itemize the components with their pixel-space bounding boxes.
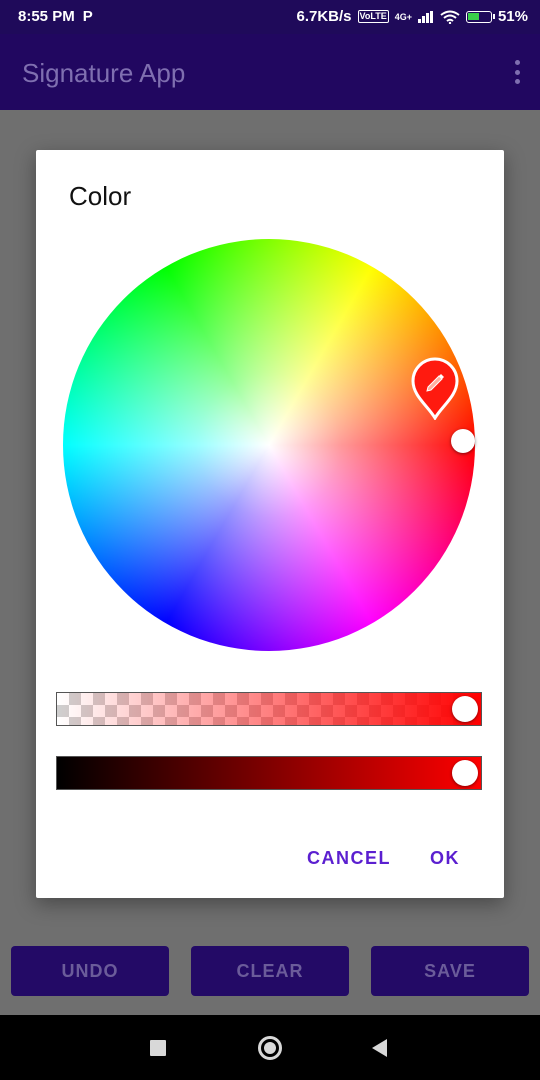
parking-app-icon: P (82, 8, 93, 25)
home-circle-icon[interactable] (258, 1036, 282, 1060)
selected-color-pin-icon (411, 357, 459, 420)
volte-icon: VoLTE (357, 10, 389, 23)
network-type: 4G+ (394, 11, 412, 22)
save-button[interactable]: SAVE (371, 946, 529, 996)
alpha-slider[interactable] (56, 692, 482, 726)
more-vert-icon[interactable] (514, 60, 520, 84)
back-triangle-icon[interactable] (372, 1039, 387, 1057)
ok-button[interactable]: OK (430, 848, 460, 869)
wifi-icon (440, 10, 460, 24)
status-bar: 8:55 PM P 6.7KB/s VoLTE 4G+ 51% (0, 0, 540, 34)
app-bar: Signature App (0, 34, 540, 110)
status-time: 8:55 PM (18, 8, 75, 25)
signal-icon (417, 10, 434, 23)
app-title: Signature App (22, 58, 186, 88)
brightness-slider[interactable] (56, 756, 482, 790)
battery-charging-icon (465, 10, 495, 23)
alpha-slider-thumb[interactable] (452, 696, 478, 722)
battery-percent: 51% (497, 8, 528, 25)
color-wheel-handle[interactable] (451, 429, 475, 453)
recents-square-icon[interactable] (150, 1040, 166, 1056)
undo-button[interactable]: UNDO (11, 946, 169, 996)
dialog-title: Color (69, 181, 132, 211)
system-nav-bar (0, 1015, 540, 1080)
color-picker-dialog: Color CANCEL OK (36, 150, 504, 898)
color-wheel[interactable] (63, 239, 475, 651)
brightness-slider-thumb[interactable] (452, 760, 478, 786)
net-speed: 6.7KB/s (296, 8, 352, 25)
clear-button[interactable]: CLEAR (191, 946, 349, 996)
cancel-button[interactable]: CANCEL (307, 848, 391, 869)
